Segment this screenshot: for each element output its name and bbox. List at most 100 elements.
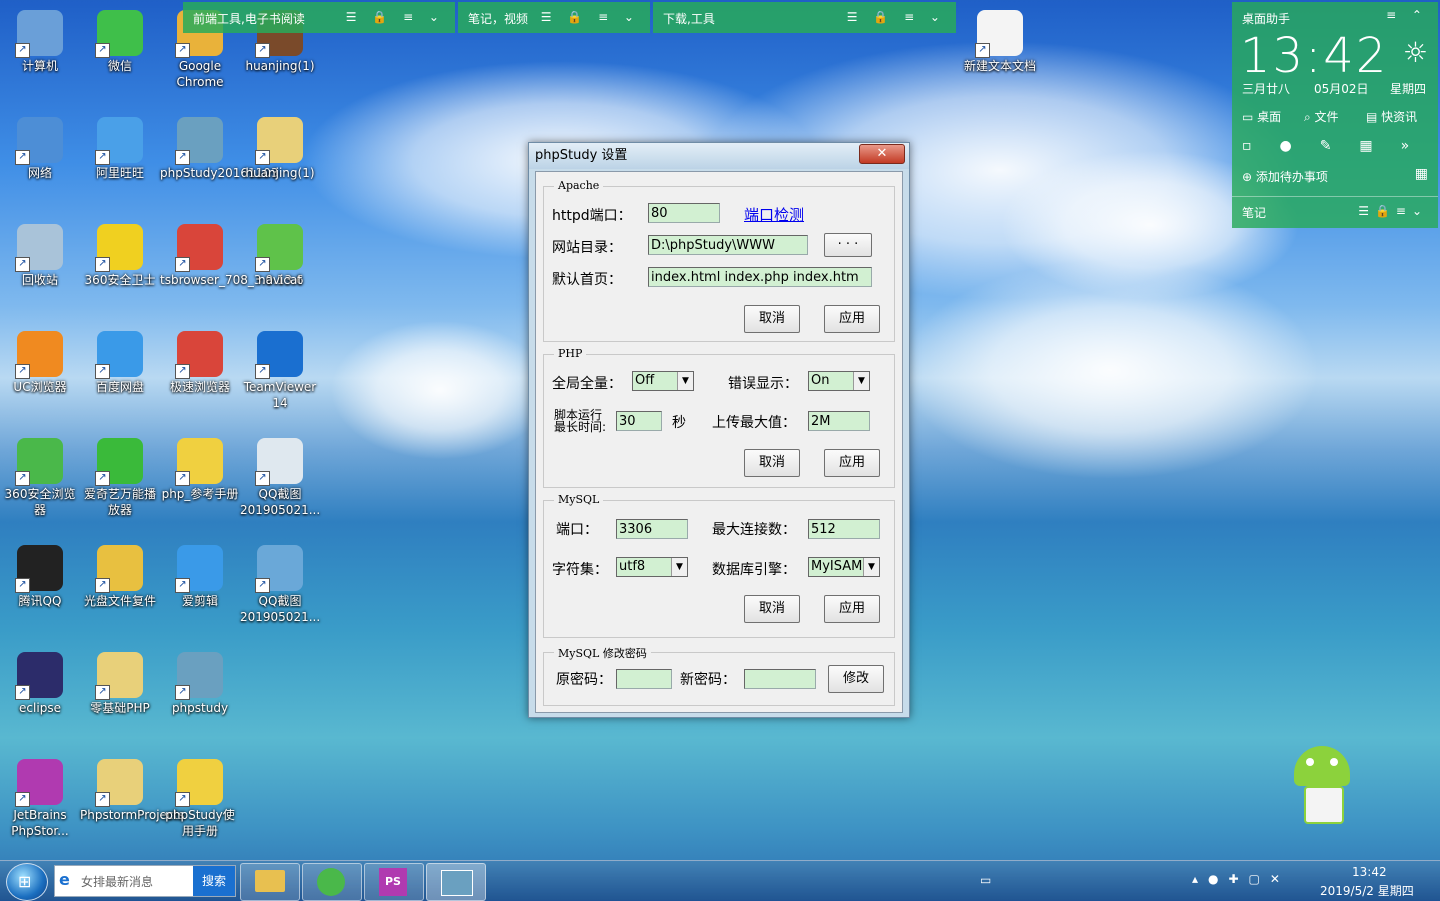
mysql-apply-button[interactable]: 应用 [824, 595, 880, 623]
start-button[interactable]: ⊞ [6, 863, 48, 901]
desktop-icon-label: 360安全卫士 [84, 273, 156, 287]
php-cancel-button[interactable]: 取消 [744, 449, 800, 477]
upload-max-input[interactable]: 2M [808, 411, 870, 431]
fence-controls-icon[interactable]: ☰ 🔒 ≡ ⌄ [541, 10, 640, 24]
desktop-icon[interactable]: ↗ 网络 [0, 117, 80, 181]
modify-password-button[interactable]: 修改 [828, 665, 884, 693]
desktop-icon[interactable]: ↗ QQ截图201905021... [240, 545, 320, 625]
desktop-icon-label: 微信 [107, 59, 132, 73]
desktop-icon-label: 光盘文件复件 [83, 594, 156, 608]
desktop-icon[interactable]: ↗ 回收站 [0, 224, 80, 288]
widget-link-files[interactable]: ⌕ 文件 [1304, 108, 1339, 125]
desktop-icon[interactable]: ↗ phpStudy使用手册 [160, 759, 240, 839]
max-exec-time-input[interactable]: 30 [616, 411, 662, 431]
global-vars-select[interactable]: Off ▼ [632, 371, 694, 391]
mysql-cancel-button[interactable]: 取消 [744, 595, 800, 623]
apache-cancel-button[interactable]: 取消 [744, 305, 800, 333]
taskbar-360browser-button[interactable] [302, 863, 362, 901]
default-index-input[interactable]: index.html index.php index.htm [648, 267, 872, 287]
desktop-icon-label: navicat [257, 273, 303, 287]
app-icon: ↗ [255, 331, 303, 379]
desktop-icon[interactable]: ↗ TeamViewer 14 [240, 331, 320, 411]
desktop-icon[interactable]: ↗ 零基础PHP [80, 652, 160, 716]
search-button[interactable]: 搜索 [193, 866, 235, 896]
taskbar-clock-date[interactable]: 2019/5/2 星期四 [1320, 882, 1414, 899]
taskbar-phpstorm-button[interactable]: PS [364, 863, 424, 901]
db-engine-select[interactable]: MyISAM ▼ [808, 557, 880, 577]
desktop-icon[interactable]: ↗ 光盘文件复件 [80, 545, 160, 609]
charset-select[interactable]: utf8 ▼ [616, 557, 688, 577]
apache-apply-button[interactable]: 应用 [824, 305, 880, 333]
fence-controls-icon[interactable]: ☰ 🔒 ≡ ⌄ [847, 10, 946, 24]
error-display-select[interactable]: On ▼ [808, 371, 870, 391]
max-connections-input[interactable]: 512 [808, 519, 880, 539]
fence-notes-video[interactable]: 笔记，视频 ☰ 🔒 ≡ ⌄ [458, 2, 650, 33]
keyboard-icon[interactable]: ▭ [980, 873, 991, 887]
tray-icons[interactable]: ▴●✚▢✕ [1192, 872, 1290, 886]
close-button[interactable]: ✕ [859, 144, 905, 164]
shortcut-arrow-icon: ↗ [95, 792, 110, 807]
browse-button[interactable]: · · · [824, 233, 872, 257]
qr-icon[interactable]: ▦ [1415, 166, 1428, 182]
search-input[interactable]: 女排最新消息 [81, 873, 153, 890]
desktop-icon-label: 阿里旺旺 [95, 166, 144, 180]
widget-weekday: 星期四 [1390, 82, 1427, 96]
desktop-icon-label: QQ截图201905021... [240, 594, 321, 624]
mysql-port-input[interactable]: 3306 [616, 519, 688, 539]
new-password-input[interactable] [744, 669, 816, 689]
android-mascot-icon[interactable] [1290, 742, 1354, 824]
port-check-link[interactable]: 端口检测 [744, 204, 804, 225]
desktop-icon[interactable]: ↗ 新建文本文档 [960, 10, 1040, 74]
chevron-down-icon[interactable]: ▼ [671, 558, 687, 576]
fence-frontend-tools[interactable]: 前端工具,电子书阅读 ☰ 🔒 ≡ ⌄ [183, 2, 455, 33]
shortcut-arrow-icon: ↗ [175, 578, 190, 593]
widget-tool-icons[interactable]: ▫●✎▦» [1242, 138, 1437, 154]
shortcut-arrow-icon: ↗ [175, 685, 190, 700]
desktop-icon[interactable]: ↗ tsbrowser_708_3.0.13.6 [160, 224, 304, 288]
chevron-down-icon[interactable]: ▼ [863, 558, 879, 576]
php-apply-button[interactable]: 应用 [824, 449, 880, 477]
fence-download-tools[interactable]: 下载,工具 ☰ 🔒 ≡ ⌄ [653, 2, 956, 33]
desktop-icon[interactable]: ↗ phpStudy20161103 [160, 117, 279, 181]
desktop-icon[interactable]: ↗ 腾讯QQ [0, 545, 80, 609]
widget-link-news[interactable]: ▤ 快资讯 [1366, 108, 1417, 125]
desktop-icon[interactable]: ↗ 极速浏览器 [160, 331, 240, 395]
chevron-down-icon[interactable]: ▼ [677, 372, 693, 390]
desktop-icon[interactable]: ↗ QQ截图201905021... [240, 438, 320, 518]
httpd-port-input[interactable]: 80 [648, 203, 720, 223]
widget-lunar: 三月廿八 [1242, 82, 1291, 96]
desktop-icon[interactable]: ↗ PhpstormProjects [80, 759, 184, 823]
fence-controls-icon[interactable]: ☰ 🔒 ≡ ⌄ [346, 10, 445, 24]
global-vars-label: 全局全量： [552, 376, 622, 392]
shortcut-arrow-icon: ↗ [975, 43, 990, 58]
taskbar-explorer-button[interactable] [240, 863, 300, 901]
desktop-icon[interactable]: ↗ eclipse [0, 652, 80, 716]
desktop-icon[interactable]: ↗ 360安全浏览器 [0, 438, 80, 518]
old-password-input[interactable] [616, 669, 672, 689]
desktop-icon[interactable]: ↗ phpstudy [160, 652, 240, 716]
desktop-icon[interactable]: ↗ 微信 [80, 10, 160, 74]
search-box[interactable]: e 女排最新消息 搜索 [54, 865, 236, 897]
widget-menu-icon[interactable]: ≡ ⌃ [1386, 8, 1428, 22]
desktop-icon[interactable]: ↗ UC浏览器 [0, 331, 80, 395]
notes-controls-icon[interactable]: ☰🔒≡⌄ [1358, 204, 1428, 218]
widget-link-desktop[interactable]: ▭ 桌面 [1242, 108, 1281, 125]
desktop-icon[interactable]: ↗ 爱剪辑 [160, 545, 240, 609]
desktop-icon[interactable]: ↗ 爱奇艺万能播放器 [80, 438, 160, 518]
add-todo-button[interactable]: ⊕ 添加待办事项 [1242, 168, 1328, 185]
desktop-icon[interactable]: ↗ 阿里旺旺 [80, 117, 160, 181]
desktop-icon[interactable]: ↗ 计算机 [0, 10, 80, 74]
desktop-icon[interactable]: ↗ php_参考手册 [160, 438, 240, 502]
desktop-icon[interactable]: ↗ 百度网盘 [80, 331, 160, 395]
app-icon: ↗ [175, 545, 223, 593]
taskbar-phpstudy-button[interactable] [426, 863, 486, 901]
taskbar-clock-time[interactable]: 13:42 [1352, 865, 1387, 879]
desktop-icon[interactable]: ↗ navicat [240, 224, 320, 288]
chevron-down-icon[interactable]: ▼ [853, 372, 869, 390]
desktop-icon[interactable]: ↗ huanjing(1) [240, 117, 320, 181]
web-root-input[interactable]: D:\phpStudy\WWW [648, 235, 808, 255]
desktop-icon-label: 新建文本文档 [963, 59, 1036, 73]
mysql-legend: MySQL [554, 493, 604, 506]
desktop-icon[interactable]: ↗ JetBrains PhpStor... [0, 759, 80, 839]
desktop-icon[interactable]: ↗ 360安全卫士 [80, 224, 160, 288]
